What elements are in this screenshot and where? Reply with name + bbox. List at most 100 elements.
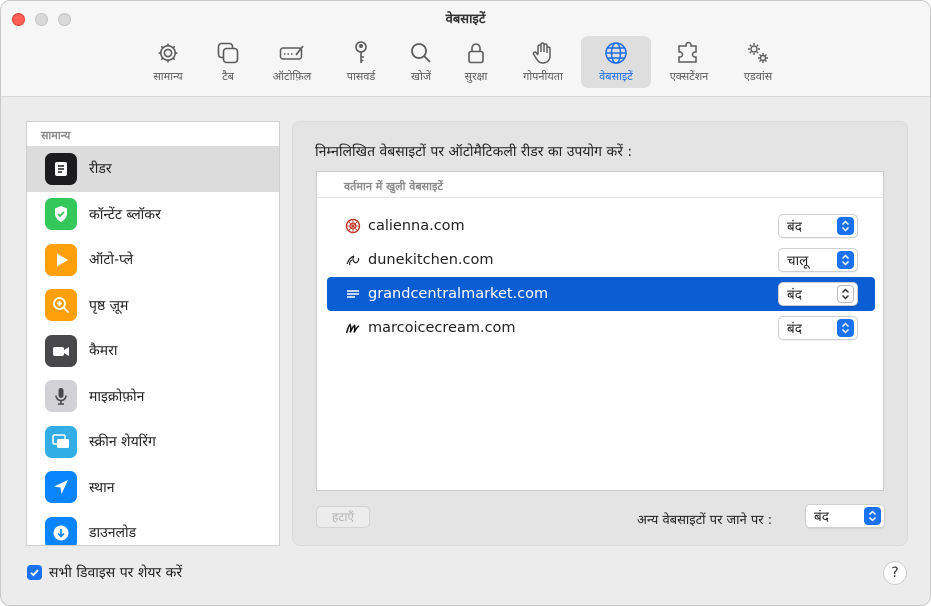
titlebar: वेबसाइटें सामान्य टैब ऑटोफ़िल पासवर्ड खो… [1, 1, 930, 97]
reader-icon [45, 152, 77, 185]
sidebar-item-location[interactable]: स्थान [27, 465, 279, 511]
select-value: बंद [814, 509, 829, 525]
sidebar-item-label: माइक्रोफ़ोन [89, 388, 145, 405]
window-title: वेबसाइटें [445, 12, 486, 27]
sidebar-item-label: पृष्ठ ज़ूम [89, 297, 129, 314]
help-button[interactable]: ? [883, 561, 907, 585]
tab-privacy[interactable]: गोपनीयता [513, 36, 573, 88]
tab-passwords[interactable]: पासवर्ड [335, 36, 387, 88]
shield-check-icon [45, 198, 77, 231]
sidebar: सामान्य रीडर कॉन्टेंट ब्लॉकर ऑटो-प्ले पृ… [26, 121, 280, 546]
share-across-devices[interactable]: सभी डिवाइस पर शेयर करें [27, 563, 182, 582]
zoom-icon [45, 289, 77, 322]
site-setting-select[interactable]: बंद [778, 282, 858, 306]
search-icon [411, 43, 431, 63]
sidebar-item-label: कैमरा [89, 343, 118, 360]
tab-security-label: सुरक्षा [464, 70, 488, 83]
tab-advanced-label: एडवांस [743, 70, 773, 83]
select-value: बंद [787, 321, 802, 337]
site-setting-select[interactable]: बंद [778, 316, 858, 340]
calienna-favicon-icon [345, 218, 361, 234]
other-websites-select[interactable]: बंद [805, 504, 885, 528]
select-value: बंद [787, 219, 802, 235]
sidebar-item-reader[interactable]: रीडर [27, 146, 279, 192]
sidebar-item-auto-play[interactable]: ऑटो-प्ले [27, 237, 279, 283]
share-checkbox[interactable] [27, 565, 42, 580]
settings-toolbar: सामान्य टैब ऑटोफ़िल पासवर्ड खोजें सुरक्ष… [1, 36, 930, 90]
site-setting-select[interactable]: बंद [778, 214, 858, 238]
sidebar-header: सामान्य [41, 129, 71, 142]
sidebar-item-microphone[interactable]: माइक्रोफ़ोन [27, 374, 279, 420]
panel-heading: निम्नलिखित वेबसाइटों पर ऑटोमैटिकली रीडर … [315, 144, 633, 160]
table-row[interactable]: dunekitchen.com चालू [327, 243, 875, 277]
select-value: चालू [787, 253, 809, 269]
remove-button[interactable]: हटाएँ [316, 506, 370, 528]
gears-icon [748, 43, 768, 63]
tab-general[interactable]: सामान्य [145, 36, 191, 88]
globe-icon [605, 42, 627, 64]
sidebar-item-label: स्क्रीन शेयरिंग [89, 434, 156, 451]
hand-icon [532, 42, 551, 64]
play-icon [45, 243, 77, 276]
tab-extensions[interactable]: एक्सटेंशन [661, 36, 717, 88]
screen-sharing-icon [45, 425, 77, 458]
chevron-updown-icon [837, 217, 854, 235]
sidebar-item-label: कॉन्टेंट ब्लॉकर [89, 206, 161, 223]
tab-tabs[interactable]: टैब [205, 36, 251, 88]
sidebar-item-label: डाउनलोड [89, 525, 137, 542]
tab-general-label: सामान्य [153, 70, 183, 83]
tabs-icon [217, 42, 239, 64]
checkmark-icon [30, 569, 39, 577]
safari-settings-window: वेबसाइटें सामान्य टैब ऑटोफ़िल पासवर्ड खो… [0, 0, 931, 606]
puzzle-icon [678, 41, 697, 63]
tab-tabs-label: टैब [222, 70, 234, 83]
site-setting-select[interactable]: चालू [778, 248, 858, 272]
table-row[interactable]: calienna.com बंद [327, 209, 875, 243]
grandcentral-favicon-icon [345, 286, 361, 302]
microphone-icon [45, 380, 77, 413]
tab-search-label: खोजें [410, 70, 431, 83]
sidebar-item-camera[interactable]: कैमरा [27, 328, 279, 374]
table-header: वर्तमान में खुली वेबसाइटें [317, 172, 883, 198]
tab-search[interactable]: खोजें [399, 36, 443, 88]
key-icon [355, 41, 367, 63]
sidebar-item-label: ऑटो-प्ले [89, 252, 134, 269]
chevron-updown-icon [837, 251, 854, 269]
select-value: बंद [787, 287, 802, 303]
other-websites-label: अन्य वेबसाइटों पर जाने पर : [637, 513, 773, 528]
dunekitchen-favicon-icon [345, 252, 361, 268]
tab-advanced[interactable]: एडवांस [731, 36, 785, 88]
download-icon [45, 516, 77, 545]
gear-icon [158, 43, 178, 63]
sidebar-item-content-blockers[interactable]: कॉन्टेंट ब्लॉकर [27, 192, 279, 238]
websites-table: वर्तमान में खुली वेबसाइटें calienna.com … [316, 171, 884, 491]
tab-privacy-label: गोपनीयता [523, 70, 563, 83]
autofill-icon [279, 45, 304, 60]
tab-passwords-label: पासवर्ड [346, 70, 376, 83]
tab-websites[interactable]: वेबसाइटें [581, 36, 651, 88]
sidebar-item-screen-sharing[interactable]: स्क्रीन शेयरिंग [27, 419, 279, 465]
table-row-selected[interactable]: grandcentralmarket.com बंद [327, 277, 875, 311]
lock-icon [468, 43, 484, 64]
site-name: dunekitchen.com [368, 252, 494, 268]
chevron-updown-icon [837, 285, 854, 303]
sidebar-item-page-zoom[interactable]: पृष्ठ ज़ूम [27, 283, 279, 329]
chevron-updown-icon [837, 319, 854, 337]
sidebar-item-label: स्थान [89, 479, 115, 496]
tab-autofill-label: ऑटोफ़िल [272, 70, 312, 83]
site-name: grandcentralmarket.com [368, 286, 549, 302]
chevron-updown-icon [864, 507, 881, 525]
table-row[interactable]: marcoicecream.com बंद [327, 311, 875, 345]
tab-autofill[interactable]: ऑटोफ़िल [265, 36, 319, 88]
site-name: marcoicecream.com [368, 320, 516, 336]
tab-extensions-label: एक्सटेंशन [669, 70, 709, 83]
tab-security[interactable]: सुरक्षा [454, 36, 498, 88]
site-name: calienna.com [368, 218, 465, 234]
marco-favicon-icon [345, 320, 361, 336]
share-label: सभी डिवाइस पर शेयर करें [49, 565, 183, 581]
location-icon [45, 471, 77, 504]
tab-websites-label: वेबसाइटें [599, 70, 633, 83]
sidebar-item-downloads[interactable]: डाउनलोड [27, 510, 279, 545]
camera-icon [45, 334, 77, 367]
sidebar-item-label: रीडर [89, 161, 112, 178]
